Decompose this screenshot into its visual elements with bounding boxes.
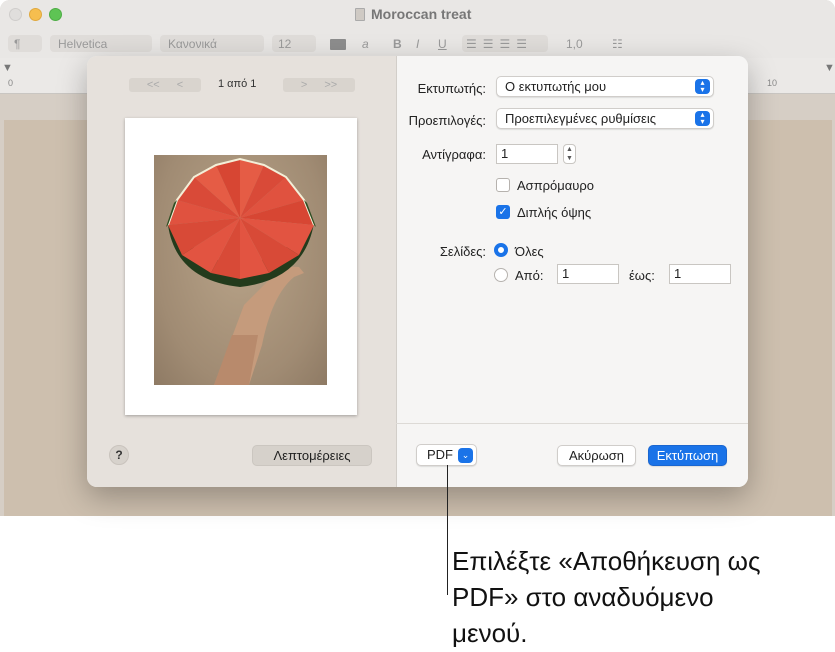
paragraph-style-icon: ¶ (14, 37, 21, 51)
line-spacing-label[interactable]: 1,0 (566, 37, 583, 51)
printer-label: Εκτυπωτής: (417, 81, 486, 96)
black-white-checkbox[interactable] (496, 178, 510, 192)
two-sided-checkbox[interactable]: ✓ (496, 205, 510, 219)
help-button[interactable]: ? (109, 445, 129, 465)
pages-label: Σελίδες: (439, 244, 486, 259)
bold-button[interactable]: B (393, 37, 402, 51)
printer-value: Ο εκτυπωτής μου (505, 79, 607, 94)
pages-to-field[interactable]: 1 (669, 264, 731, 284)
copies-stepper[interactable]: ▲ ▼ (563, 144, 576, 164)
list-style-icon[interactable]: ☷ (612, 37, 623, 51)
alignment-icons: ☰☰☰☰ (466, 37, 534, 51)
page-count-label: 1 από 1 (218, 78, 257, 90)
window-title: Moroccan treat (355, 6, 471, 22)
next-page-button[interactable]: > (301, 79, 307, 91)
popup-arrows-icon: ▴ ▾ (695, 111, 710, 126)
print-button[interactable]: Εκτύπωση (648, 445, 727, 466)
close-window-button[interactable] (9, 8, 22, 21)
page-nav-back-group: << < (129, 78, 201, 92)
first-page-button[interactable]: << (147, 79, 160, 91)
left-margin-marker-icon[interactable]: ▼ (2, 62, 13, 74)
page-nav-forward-group: > >> (283, 78, 355, 92)
presets-value: Προεπιλεγμένες ρυθμίσεις (505, 111, 657, 126)
pages-range-radio[interactable] (494, 268, 508, 282)
pages-from-field[interactable]: 1 (557, 264, 619, 284)
show-details-button[interactable]: Λεπτομέρειες (252, 445, 372, 466)
pages-all-radio[interactable] (494, 243, 508, 257)
text-color-swatch[interactable] (330, 39, 346, 50)
pdf-button-label: PDF (427, 447, 453, 462)
pdf-menu-button[interactable]: PDF ⌄ (416, 444, 477, 466)
format-toolbar: ¶ Helvetica Κανονικά 12 a B I U ☰☰☰☰ 1,0… (0, 30, 835, 58)
presets-label: Προεπιλογές: (408, 113, 486, 128)
title-bar: Moroccan treat (0, 0, 835, 30)
highlight-color-button[interactable]: a (362, 37, 369, 51)
black-white-label: Ασπρόμαυρο (517, 178, 595, 193)
window-title-text: Moroccan treat (371, 6, 472, 22)
ruler-end-label: 10 (767, 78, 778, 88)
print-dialog: << < 1 από 1 > >> ? Λεπτομέρειες Εκτυπωτ… (87, 56, 748, 487)
pages-all-label: Όλες (515, 244, 544, 259)
copies-field[interactable]: 1 (496, 144, 558, 164)
popup-arrows-icon: ▴ ▾ (695, 79, 710, 94)
font-size-label: 12 (278, 37, 292, 51)
callout-line (447, 465, 448, 595)
pages-from-label: Από: (515, 268, 544, 283)
cancel-button[interactable]: Ακύρωση (557, 445, 636, 466)
zoom-window-button[interactable] (49, 8, 62, 21)
two-sided-label: Διπλής όψης (517, 205, 592, 220)
typeface-label: Κανονικά (168, 37, 217, 51)
watermelon-photo (154, 155, 327, 385)
printer-popup[interactable]: Ο εκτυπωτής μου ▴ ▾ (496, 76, 714, 97)
preview-page-thumbnail (125, 118, 357, 415)
underline-button[interactable]: U (438, 37, 447, 51)
print-preview-pane: << < 1 από 1 > >> ? Λεπτομέρειες (87, 56, 396, 487)
callout-text: Επιλέξτε «Αποθήκευση ως PDF» στο αναδυόμ… (452, 546, 761, 648)
minimize-window-button[interactable] (29, 8, 42, 21)
presets-popup[interactable]: Προεπιλεγμένες ρυθμίσεις ▴ ▾ (496, 108, 714, 129)
last-page-button[interactable]: >> (324, 79, 337, 91)
font-family-label: Helvetica (58, 37, 108, 51)
copies-label: Αντίγραφα: (422, 147, 486, 162)
pages-to-label: έως: (629, 268, 655, 283)
italic-button[interactable]: I (416, 37, 419, 51)
chevron-down-icon: ⌄ (458, 448, 473, 463)
previous-page-button[interactable]: < (177, 79, 183, 91)
right-margin-marker-icon[interactable]: ▼ (824, 62, 835, 74)
document-icon (355, 7, 365, 21)
ruler-start-label: 0 (8, 78, 14, 88)
